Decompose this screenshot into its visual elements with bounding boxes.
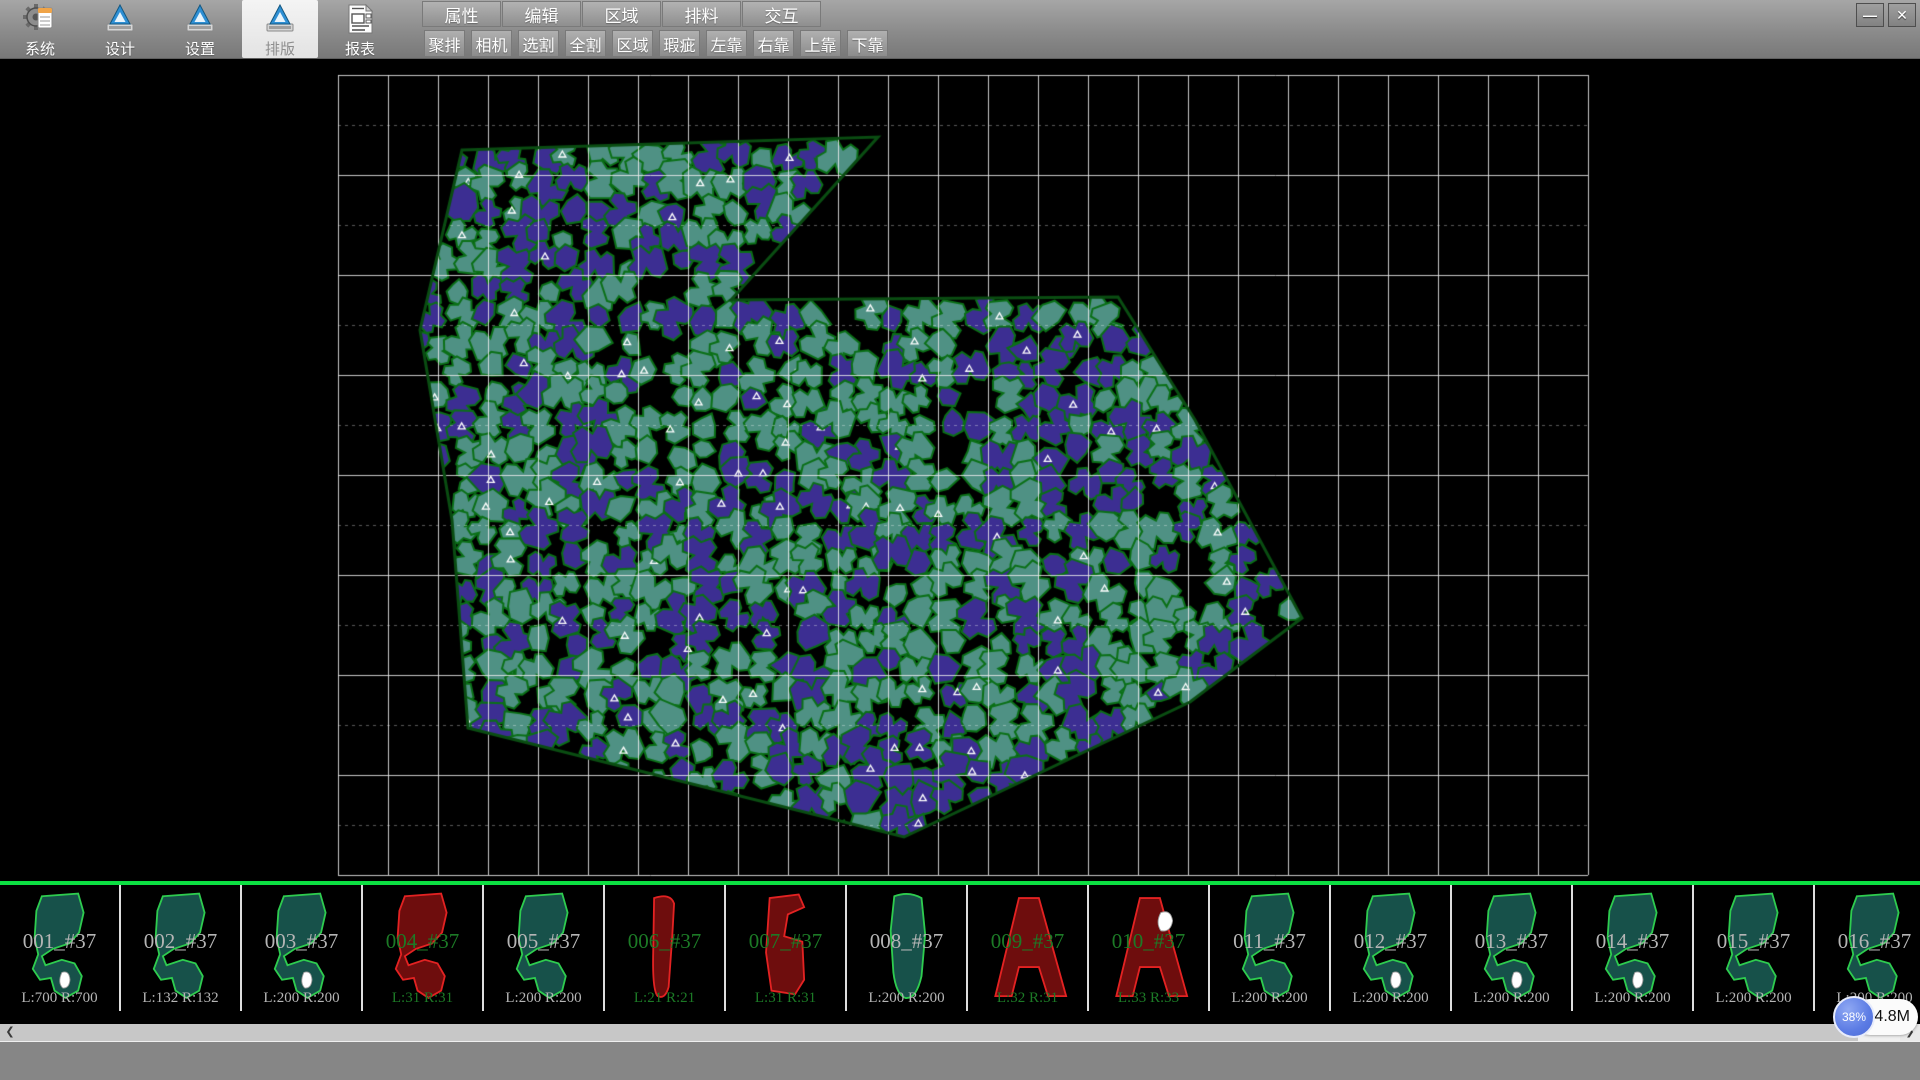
piece-shape [1585,889,1681,1007]
piece-shape [1343,889,1439,1007]
tool-align-left[interactable]: 左靠 [706,30,747,57]
piece-shape [980,889,1076,1007]
window-controls: — ✕ [1856,3,1916,27]
piece-shape [254,889,350,1007]
piece-thumbnail[interactable]: 004_#37L:31 R:31 [363,885,484,1011]
piece-shape [1222,889,1318,1007]
menu-region[interactable]: 区域 [582,1,661,27]
tool-region[interactable]: 区域 [612,30,653,57]
piece-thumbnail[interactable]: 002_#37L:132 R:132 [121,885,242,1011]
minimize-button[interactable]: — [1856,3,1884,27]
toolbar-button-system[interactable]: 系统 [2,0,78,58]
toolbar-button-layout[interactable]: 排版 [242,0,318,58]
tool-select-cut[interactable]: 选割 [518,30,559,57]
toolbar-button-settings[interactable]: 设置 [162,0,238,58]
tool-cluster-nest[interactable]: 聚排 [424,30,465,57]
menu-nesting[interactable]: 排料 [662,1,741,27]
gear-icon [23,2,57,36]
piece-thumbnail[interactable]: 010_#37L:33 R:33 [1089,885,1210,1011]
horizontal-scrollbar[interactable]: ❮ ❯ [0,1024,1920,1041]
piece-thumbnail[interactable]: 016_#37L:200 R:200 [1815,885,1920,1011]
piece-thumbnail[interactable]: 005_#37L:200 R:200 [484,885,605,1011]
toolbar-button-label: 系统 [25,38,55,59]
piece-shape [1464,889,1560,1007]
application-window: 系统设计设置排版报表 属性编辑区域排料交互 聚排相机选割全割区域瑕疵左靠右靠上靠… [0,0,1920,1080]
piece-thumbnail[interactable]: 012_#37L:200 R:200 [1331,885,1452,1011]
menu-properties[interactable]: 属性 [422,1,501,27]
piece-thumbnail[interactable]: 013_#37L:200 R:200 [1452,885,1573,1011]
bottom-bar [0,1041,1920,1080]
toolbar-button-label: 报表 [345,38,375,59]
piece-thumbnail[interactable]: 015_#37L:200 R:200 [1694,885,1815,1011]
nesting-canvas[interactable] [0,58,1920,881]
menu-row-1: 属性编辑区域排料交互 [422,1,822,28]
piece-shape [375,889,471,1007]
toolbar: 系统设计设置排版报表 属性编辑区域排料交互 聚排相机选割全割区域瑕疵左靠右靠上靠… [0,0,1920,59]
tool-align-top[interactable]: 上靠 [800,30,841,57]
progress-badge[interactable]: 38% [1833,996,1875,1038]
toolbar-button-label: 设计 [105,38,135,59]
piece-shape [496,889,592,1007]
piece-thumbnail[interactable]: 006_#37L:21 R:21 [605,885,726,1011]
piece-shape [12,889,108,1007]
piece-shape [133,889,229,1007]
piece-thumbnail[interactable]: 007_#37L:31 R:31 [726,885,847,1011]
toolbar-button-label: 排版 [265,38,295,59]
piece-shape [1827,889,1920,1007]
piece-thumbnail[interactable]: 008_#37L:200 R:200 [847,885,968,1011]
tool-defect[interactable]: 瑕疵 [659,30,700,57]
menu-interact[interactable]: 交互 [742,1,821,27]
toolbar-button-label: 设置 [185,38,215,59]
scrollbar-thumb[interactable] [20,1024,1858,1041]
menu-row-2: 聚排相机选割全割区域瑕疵左靠右靠上靠下靠 [424,30,894,57]
set-square-icon [103,2,137,36]
piece-thumbnail[interactable]: 001_#37L:700 R:700 [0,885,121,1011]
tool-cut-all[interactable]: 全割 [565,30,606,57]
set-square-icon [263,2,297,36]
menu-edit[interactable]: 编辑 [502,1,581,27]
close-button[interactable]: ✕ [1888,3,1916,27]
piece-thumbnail-strip: 001_#37L:700 R:700002_#37L:132 R:132003_… [0,885,1920,1011]
piece-shape [738,889,834,1007]
piece-thumbnail[interactable]: 003_#37L:200 R:200 [242,885,363,1011]
piece-shape [859,889,955,1007]
piece-shape [1706,889,1802,1007]
set-square-icon [183,2,217,36]
tool-align-right[interactable]: 右靠 [753,30,794,57]
tool-camera[interactable]: 相机 [471,30,512,57]
toolbar-button-design[interactable]: 设计 [82,0,158,58]
piece-thumbnail[interactable]: 014_#37L:200 R:200 [1573,885,1694,1011]
report-icon [343,2,377,36]
scroll-left-arrow[interactable]: ❮ [0,1024,20,1041]
piece-shape [617,889,713,1007]
toolbar-button-report[interactable]: 报表 [322,0,398,58]
piece-thumbnail[interactable]: 011_#37L:200 R:200 [1210,885,1331,1011]
piece-thumbnail[interactable]: 009_#37L:32 R:31 [968,885,1089,1011]
tool-align-bottom[interactable]: 下靠 [847,30,888,57]
big-button-group: 系统 设计 设置 排版 报表 [2,0,402,58]
piece-shape [1101,889,1197,1007]
